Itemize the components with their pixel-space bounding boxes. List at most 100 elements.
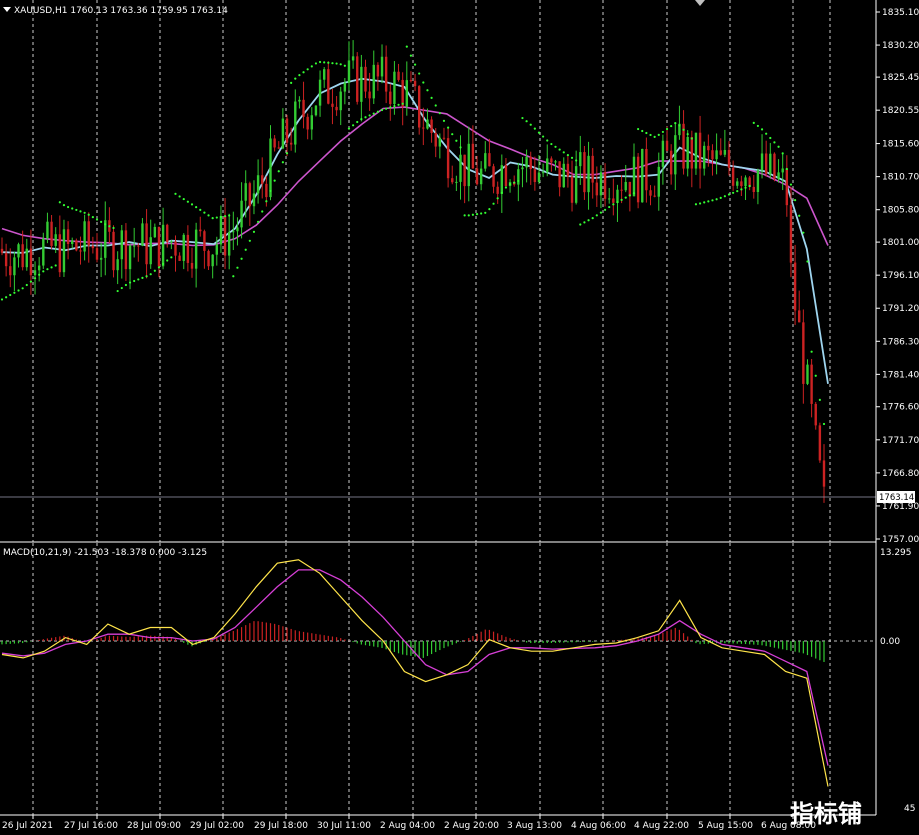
sar-dot [91, 216, 94, 219]
sar-dot [393, 104, 396, 108]
candle-body [566, 163, 570, 177]
candle-body [541, 172, 545, 174]
sar-dot [211, 217, 214, 220]
sar-dot [760, 128, 764, 131]
candle-body [339, 91, 342, 111]
candle-body [409, 80, 413, 82]
candle-body [752, 186, 755, 193]
candle-body [141, 223, 144, 246]
sar-dot [756, 124, 760, 128]
candle-body [327, 69, 330, 104]
candle-body [703, 145, 706, 169]
candle-body [248, 183, 252, 207]
sar-dot [310, 65, 313, 68]
candle-body [310, 115, 313, 130]
candle-body [653, 195, 656, 197]
sar-dot [58, 201, 61, 204]
candle-body [261, 175, 264, 184]
sar-dot [806, 260, 809, 263]
candle-body [161, 224, 165, 267]
candle-body [665, 140, 669, 151]
candle-body [116, 259, 119, 271]
sar-dot [521, 116, 524, 120]
candle-body [0, 248, 4, 253]
sar-dot [711, 199, 714, 202]
candle-body [451, 178, 454, 183]
candle-body [789, 205, 793, 263]
price-label: 1796.10 [882, 271, 919, 281]
sar-dot [628, 194, 631, 197]
candle-body [277, 147, 280, 149]
sar-dot [814, 374, 817, 377]
sar-dot [595, 214, 598, 217]
candle-body [707, 145, 710, 151]
time-label: 3 Aug 13:00 [507, 821, 562, 831]
sar-dot [285, 152, 289, 155]
sar-dot [620, 198, 623, 201]
sar-dot [603, 208, 607, 211]
candle-body [496, 186, 499, 194]
sar-dot [203, 211, 206, 214]
candle-body [95, 248, 99, 260]
candle-body [232, 231, 235, 233]
sar-dot [66, 205, 70, 209]
candle-body [504, 165, 508, 187]
sar-dot [492, 202, 495, 205]
sar-dot [95, 218, 99, 221]
sar-dot [781, 152, 784, 155]
sar-dot [612, 203, 615, 206]
candle-body [236, 227, 239, 232]
candle-body [149, 237, 152, 265]
candle-body [814, 403, 817, 426]
sar-dot [339, 63, 342, 66]
price-label: 1757.00 [882, 535, 919, 545]
sar-dot [347, 127, 351, 130]
candle-body [42, 238, 45, 266]
candle-body [58, 234, 62, 273]
macd-header: MACD(10,21,9) -21.503 -18.378 0.000 -3.1… [3, 548, 207, 558]
sar-dot [261, 210, 264, 213]
candle-body [537, 172, 541, 183]
sar-dot [356, 120, 359, 124]
sar-dot [694, 203, 698, 206]
candle-body [698, 132, 702, 169]
candle-body [628, 181, 632, 197]
sar-dot [137, 278, 140, 281]
candle-body [46, 221, 49, 239]
sar-dot [108, 225, 111, 228]
candle-body [397, 71, 400, 80]
time-label: 26 Jul 2021 [2, 821, 53, 831]
price-label: 1776.60 [882, 403, 919, 413]
time-label: 29 Jul 18:00 [254, 821, 308, 831]
macd-axis-zero-label: 0.00 [880, 637, 900, 647]
chart-window[interactable]: XAUUSD,H1 1760.13 1763.36 1759.95 1763.1… [0, 0, 919, 835]
price-label: 1786.30 [882, 337, 919, 347]
candle-body [157, 226, 161, 267]
candle-body [798, 310, 801, 323]
candle-body [343, 82, 347, 92]
candle-body [479, 168, 483, 185]
candle-body [223, 216, 227, 256]
candle-body [603, 172, 607, 199]
price-label: 1815.60 [882, 140, 919, 150]
sar-dot [475, 212, 479, 216]
sar-dot [149, 273, 152, 276]
sar-dot [583, 221, 586, 224]
sar-dot [579, 223, 582, 226]
candle-body [269, 138, 272, 198]
candle-body [546, 158, 549, 173]
sar-dot [670, 124, 673, 128]
candle-body [438, 137, 442, 147]
candle-body [785, 168, 789, 206]
candle-body [463, 154, 466, 187]
candle-body [562, 163, 565, 188]
sar-dot [33, 277, 37, 280]
sar-dot [182, 197, 185, 201]
sar-dot [298, 74, 301, 77]
price-label: 1825.45 [882, 73, 919, 83]
candle-body [9, 266, 12, 276]
sar-dot [818, 398, 821, 401]
sar-dot [236, 266, 239, 269]
sar-dot [447, 126, 450, 129]
candle-body [99, 257, 103, 260]
